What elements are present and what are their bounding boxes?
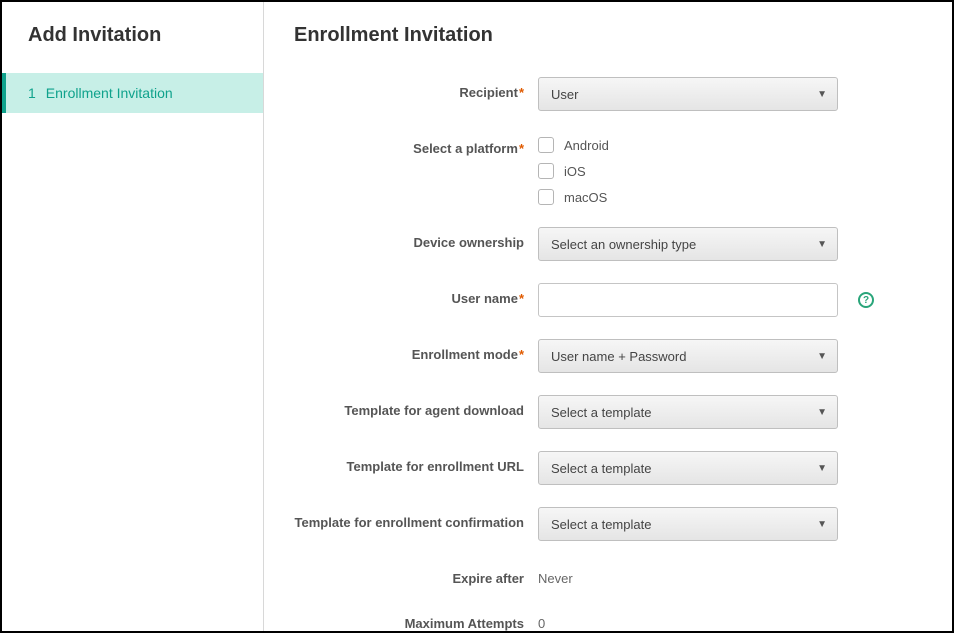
sidebar-item-enrollment-invitation[interactable]: 1 Enrollment Invitation [2,73,263,113]
platform-option-android[interactable]: Android [538,137,609,153]
app-root: Add Invitation 1 Enrollment Invitation E… [0,0,954,633]
checkbox-label: iOS [564,164,586,179]
row-attempts: Maximum Attempts 0 [294,608,922,631]
row-tpl-agent: Template for agent download Select a tem… [294,395,922,429]
tpl-url-dropdown[interactable]: Select a template ▼ [538,451,838,485]
tpl-url-value: Select a template [551,461,651,476]
row-recipient: Recipient* User ▼ [294,77,922,111]
row-tpl-url: Template for enrollment URL Select a tem… [294,451,922,485]
label-tpl-agent: Template for agent download [294,395,538,418]
caret-down-icon: ▼ [817,519,827,530]
ownership-dropdown[interactable]: Select an ownership type ▼ [538,227,838,261]
sidebar-title: Add Invitation [2,2,263,73]
row-tpl-confirm: Template for enrollment confirmation Sel… [294,507,922,541]
row-expire: Expire after Never [294,563,922,586]
row-enrollmode: Enrollment mode* User name + Password ▼ [294,339,922,373]
checkbox-label: macOS [564,190,607,205]
sidebar: Add Invitation 1 Enrollment Invitation [2,2,264,631]
enrollmode-dropdown[interactable]: User name + Password ▼ [538,339,838,373]
required-mark: * [519,291,524,306]
recipient-dropdown[interactable]: User ▼ [538,77,838,111]
ownership-value: Select an ownership type [551,237,696,252]
label-enrollmode: Enrollment mode* [294,339,538,362]
tpl-agent-dropdown[interactable]: Select a template ▼ [538,395,838,429]
attempts-value: 0 [538,608,545,631]
label-platform: Select a platform* [294,133,538,156]
row-ownership: Device ownership Select an ownership typ… [294,227,922,261]
tpl-agent-value: Select a template [551,405,651,420]
label-attempts: Maximum Attempts [294,608,538,631]
expire-value: Never [538,563,573,586]
caret-down-icon: ▼ [817,351,827,362]
required-mark: * [519,347,524,362]
label-tpl-confirm: Template for enrollment confirmation [294,507,538,530]
caret-down-icon: ▼ [817,407,827,418]
caret-down-icon: ▼ [817,239,827,250]
main-panel: Enrollment Invitation Recipient* User ▼ … [264,2,952,631]
tpl-confirm-value: Select a template [551,517,651,532]
checkbox-icon[interactable] [538,137,554,153]
username-input[interactable] [538,283,838,317]
label-expire: Expire after [294,563,538,586]
platform-option-ios[interactable]: iOS [538,163,609,179]
required-mark: * [519,141,524,156]
label-tpl-url: Template for enrollment URL [294,451,538,474]
label-username: User name* [294,283,538,306]
checkbox-icon[interactable] [538,163,554,179]
label-ownership: Device ownership [294,227,538,250]
checkbox-icon[interactable] [538,189,554,205]
platform-option-macos[interactable]: macOS [538,189,609,205]
recipient-value: User [551,87,578,102]
enrollmode-value: User name + Password [551,349,686,364]
platform-checkbox-group: Android iOS macOS [538,133,609,205]
required-mark: * [519,85,524,100]
help-icon[interactable]: ? [858,292,874,308]
tpl-confirm-dropdown[interactable]: Select a template ▼ [538,507,838,541]
page-title: Enrollment Invitation [294,24,922,47]
sidebar-step-number: 1 [28,85,36,101]
label-recipient: Recipient* [294,77,538,100]
checkbox-label: Android [564,138,609,153]
sidebar-item-label: Enrollment Invitation [46,85,173,101]
row-platform: Select a platform* Android iOS macOS [294,133,922,205]
row-username: User name* ? [294,283,922,317]
caret-down-icon: ▼ [817,89,827,100]
caret-down-icon: ▼ [817,463,827,474]
